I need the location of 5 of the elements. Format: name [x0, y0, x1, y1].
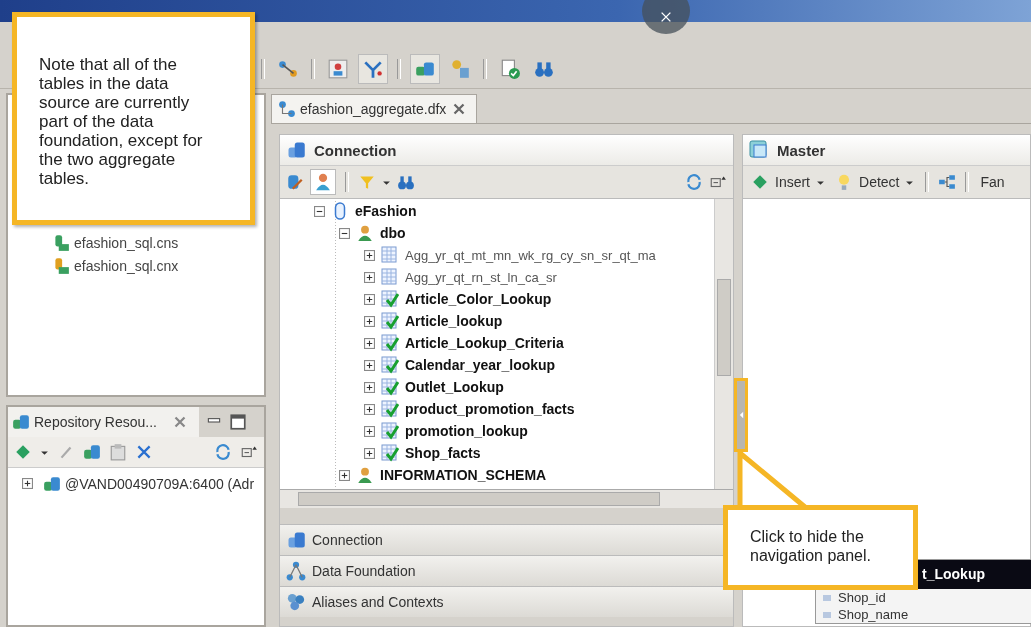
column-name: Shop_name [838, 607, 909, 622]
column-name: Shop_id [838, 590, 886, 605]
panel-title: Connection [314, 141, 397, 159]
panel-title: Master [777, 141, 826, 159]
callout-text: Note that all of the tables in the data source are currently part of the data foundation, except for the two aggregate tables. [39, 55, 203, 188]
